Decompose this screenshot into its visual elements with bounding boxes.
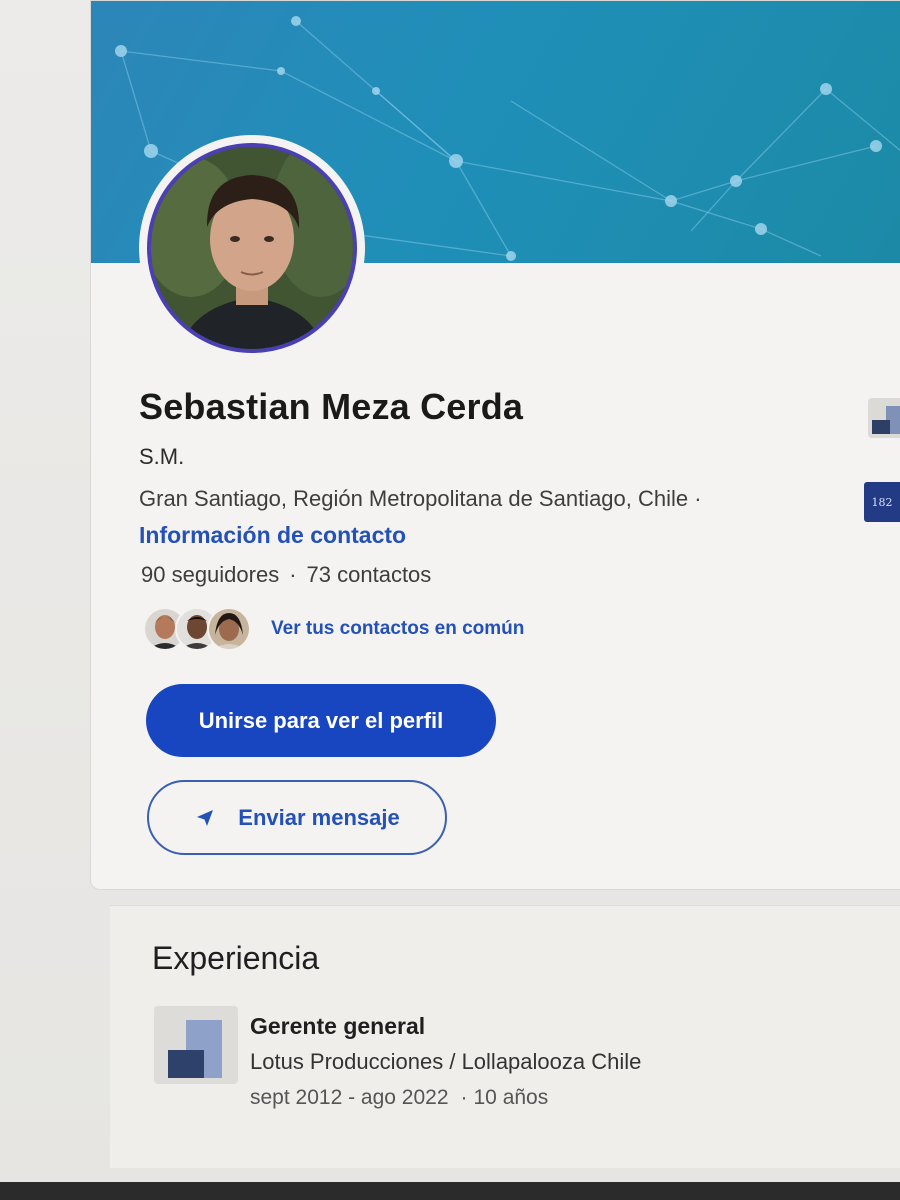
profile-card: Sebastian Meza Cerda S.M. Gran Santiago,… <box>90 0 900 890</box>
profile-location: Gran Santiago, Región Metropolitana de S… <box>139 486 702 511</box>
send-icon <box>194 807 216 829</box>
join-to-view-profile-button[interactable]: Unirse para ver el perfil <box>146 684 496 757</box>
send-message-button[interactable]: Enviar mensaje <box>147 780 447 855</box>
experience-duration: 10 años <box>473 1086 549 1109</box>
mutual-connections[interactable]: Ver tus contactos en común <box>143 604 524 654</box>
mutual-avatars <box>143 605 255 653</box>
mutual-connections-link[interactable]: Ver tus contactos en común <box>271 618 524 640</box>
profile-headline: S.M. <box>139 444 185 469</box>
send-message-label: Enviar mensaje <box>238 804 400 830</box>
avatar-ring <box>147 143 357 353</box>
profile-stats: 90 seguidores · 73 contactos <box>141 562 431 588</box>
stats-separator: · <box>289 562 297 587</box>
connections-count[interactable]: 73 contactos <box>307 562 432 587</box>
mutual-avatar <box>207 607 251 651</box>
company-logo-icon[interactable] <box>868 398 900 438</box>
experience-company: Lotus Producciones / Lollapalooza Chile <box>250 1049 642 1074</box>
profile-page: Sebastian Meza Cerda S.M. Gran Santiago,… <box>0 0 900 1200</box>
followers-count: 90 seguidores <box>141 562 280 587</box>
experience-section: Experiencia Gerente general Lotus Produc… <box>110 905 900 1168</box>
dates-separator: · <box>460 1086 468 1109</box>
school-logo-icon[interactable]: 182 <box>864 482 900 522</box>
experience-date-range: sept 2012 - ago 2022 <box>250 1086 449 1109</box>
experience-title: Experiencia <box>152 940 320 976</box>
contact-info-link[interactable]: Información de contacto <box>139 522 406 549</box>
experience-role: Gerente general <box>250 1013 426 1039</box>
profile-avatar[interactable] <box>139 135 365 361</box>
company-logo-icon[interactable] <box>154 1006 238 1084</box>
screen-bezel <box>0 1182 900 1200</box>
experience-dates: sept 2012 - ago 2022 · 10 años <box>250 1086 548 1110</box>
profile-photo <box>151 147 353 349</box>
profile-name: Sebastian Meza Cerda <box>139 386 524 427</box>
